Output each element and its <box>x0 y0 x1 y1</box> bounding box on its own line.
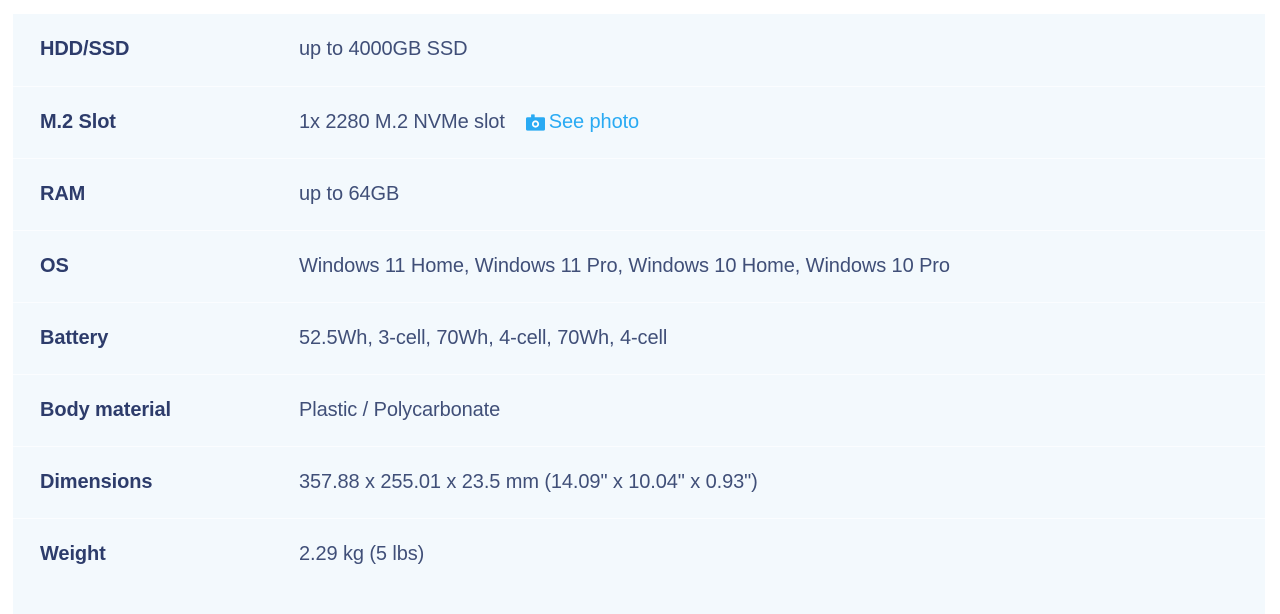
spec-value-text: up to 4000GB SSD <box>299 38 468 61</box>
spec-value-battery: 52.5Wh, 3-cell, 70Wh, 4-cell, 70Wh, 4-ce… <box>299 302 1265 374</box>
spec-label-hdd-ssd: HDD/SSD <box>40 38 130 61</box>
table-row: M.2 Slot 1x 2280 M.2 NVMe slot See photo <box>13 86 1265 158</box>
spec-label-ram: RAM <box>40 182 86 205</box>
spec-value-text: 357.88 x 255.01 x 23.5 mm (14.09" x 10.0… <box>299 470 758 493</box>
spec-value-os: Windows 11 Home, Windows 11 Pro, Windows… <box>299 230 1265 302</box>
spec-label-m2-slot: M.2 Slot <box>40 110 116 133</box>
table-row: HDD/SSD up to 4000GB SSD <box>13 14 1265 86</box>
spec-value-ram: up to 64GB <box>299 158 1265 230</box>
table-row: RAM up to 64GB <box>13 158 1265 230</box>
spec-value-text: 2.29 kg (5 lbs) <box>299 542 425 565</box>
table-row: Weight 2.29 kg (5 lbs) <box>13 518 1265 590</box>
spec-value-body-material: Plastic / Polycarbonate <box>299 374 1265 446</box>
spec-label-os: OS <box>40 254 69 277</box>
specifications-panel: HDD/SSD up to 4000GB SSD M.2 Slot 1x 228… <box>13 14 1265 614</box>
value-container: up to 4000GB SSD <box>299 38 468 61</box>
spec-value-m2-slot: 1x 2280 M.2 NVMe slot See photo <box>299 86 1265 158</box>
value-container: Windows 11 Home, Windows 11 Pro, Windows… <box>299 255 950 278</box>
value-container: 357.88 x 255.01 x 23.5 mm (14.09" x 10.0… <box>299 471 758 494</box>
table-row: Body material Plastic / Polycarbonate <box>13 374 1265 446</box>
spec-label-weight: Weight <box>40 542 106 565</box>
value-container: Plastic / Polycarbonate <box>299 399 500 422</box>
spec-value-text: 1x 2280 M.2 NVMe slot <box>299 110 505 133</box>
table-row: OS Windows 11 Home, Windows 11 Pro, Wind… <box>13 230 1265 302</box>
table-row: Dimensions 357.88 x 255.01 x 23.5 mm (14… <box>13 446 1265 518</box>
see-photo-label: See photo <box>548 110 640 133</box>
spec-value-text: Windows 11 Home, Windows 11 Pro, Windows… <box>299 254 950 277</box>
spec-value-hdd-ssd: up to 4000GB SSD <box>299 14 1265 86</box>
spec-label-body-material: Body material <box>40 398 171 421</box>
spec-value-text: Plastic / Polycarbonate <box>299 398 501 421</box>
spec-label-dimensions: Dimensions <box>40 470 153 493</box>
spec-value-text: up to 64GB <box>299 182 400 205</box>
value-container: up to 64GB <box>299 183 399 206</box>
see-photo-link[interactable]: See photo <box>525 110 640 134</box>
value-container: 52.5Wh, 3-cell, 70Wh, 4-cell, 70Wh, 4-ce… <box>299 327 667 350</box>
specifications-table-body: HDD/SSD up to 4000GB SSD M.2 Slot 1x 228… <box>13 14 1265 590</box>
spec-value-dimensions: 357.88 x 255.01 x 23.5 mm (14.09" x 10.0… <box>299 446 1265 518</box>
spec-label-battery: Battery <box>40 326 109 349</box>
camera-icon <box>525 113 545 131</box>
spec-value-text: 52.5Wh, 3-cell, 70Wh, 4-cell, 70Wh, 4-ce… <box>299 326 668 349</box>
value-container: 2.29 kg (5 lbs) <box>299 543 424 566</box>
specifications-table: HDD/SSD up to 4000GB SSD M.2 Slot 1x 228… <box>13 14 1265 590</box>
table-row: Battery 52.5Wh, 3-cell, 70Wh, 4-cell, 70… <box>13 302 1265 374</box>
value-container: 1x 2280 M.2 NVMe slot See photo <box>299 111 639 134</box>
spec-value-weight: 2.29 kg (5 lbs) <box>299 518 1265 590</box>
